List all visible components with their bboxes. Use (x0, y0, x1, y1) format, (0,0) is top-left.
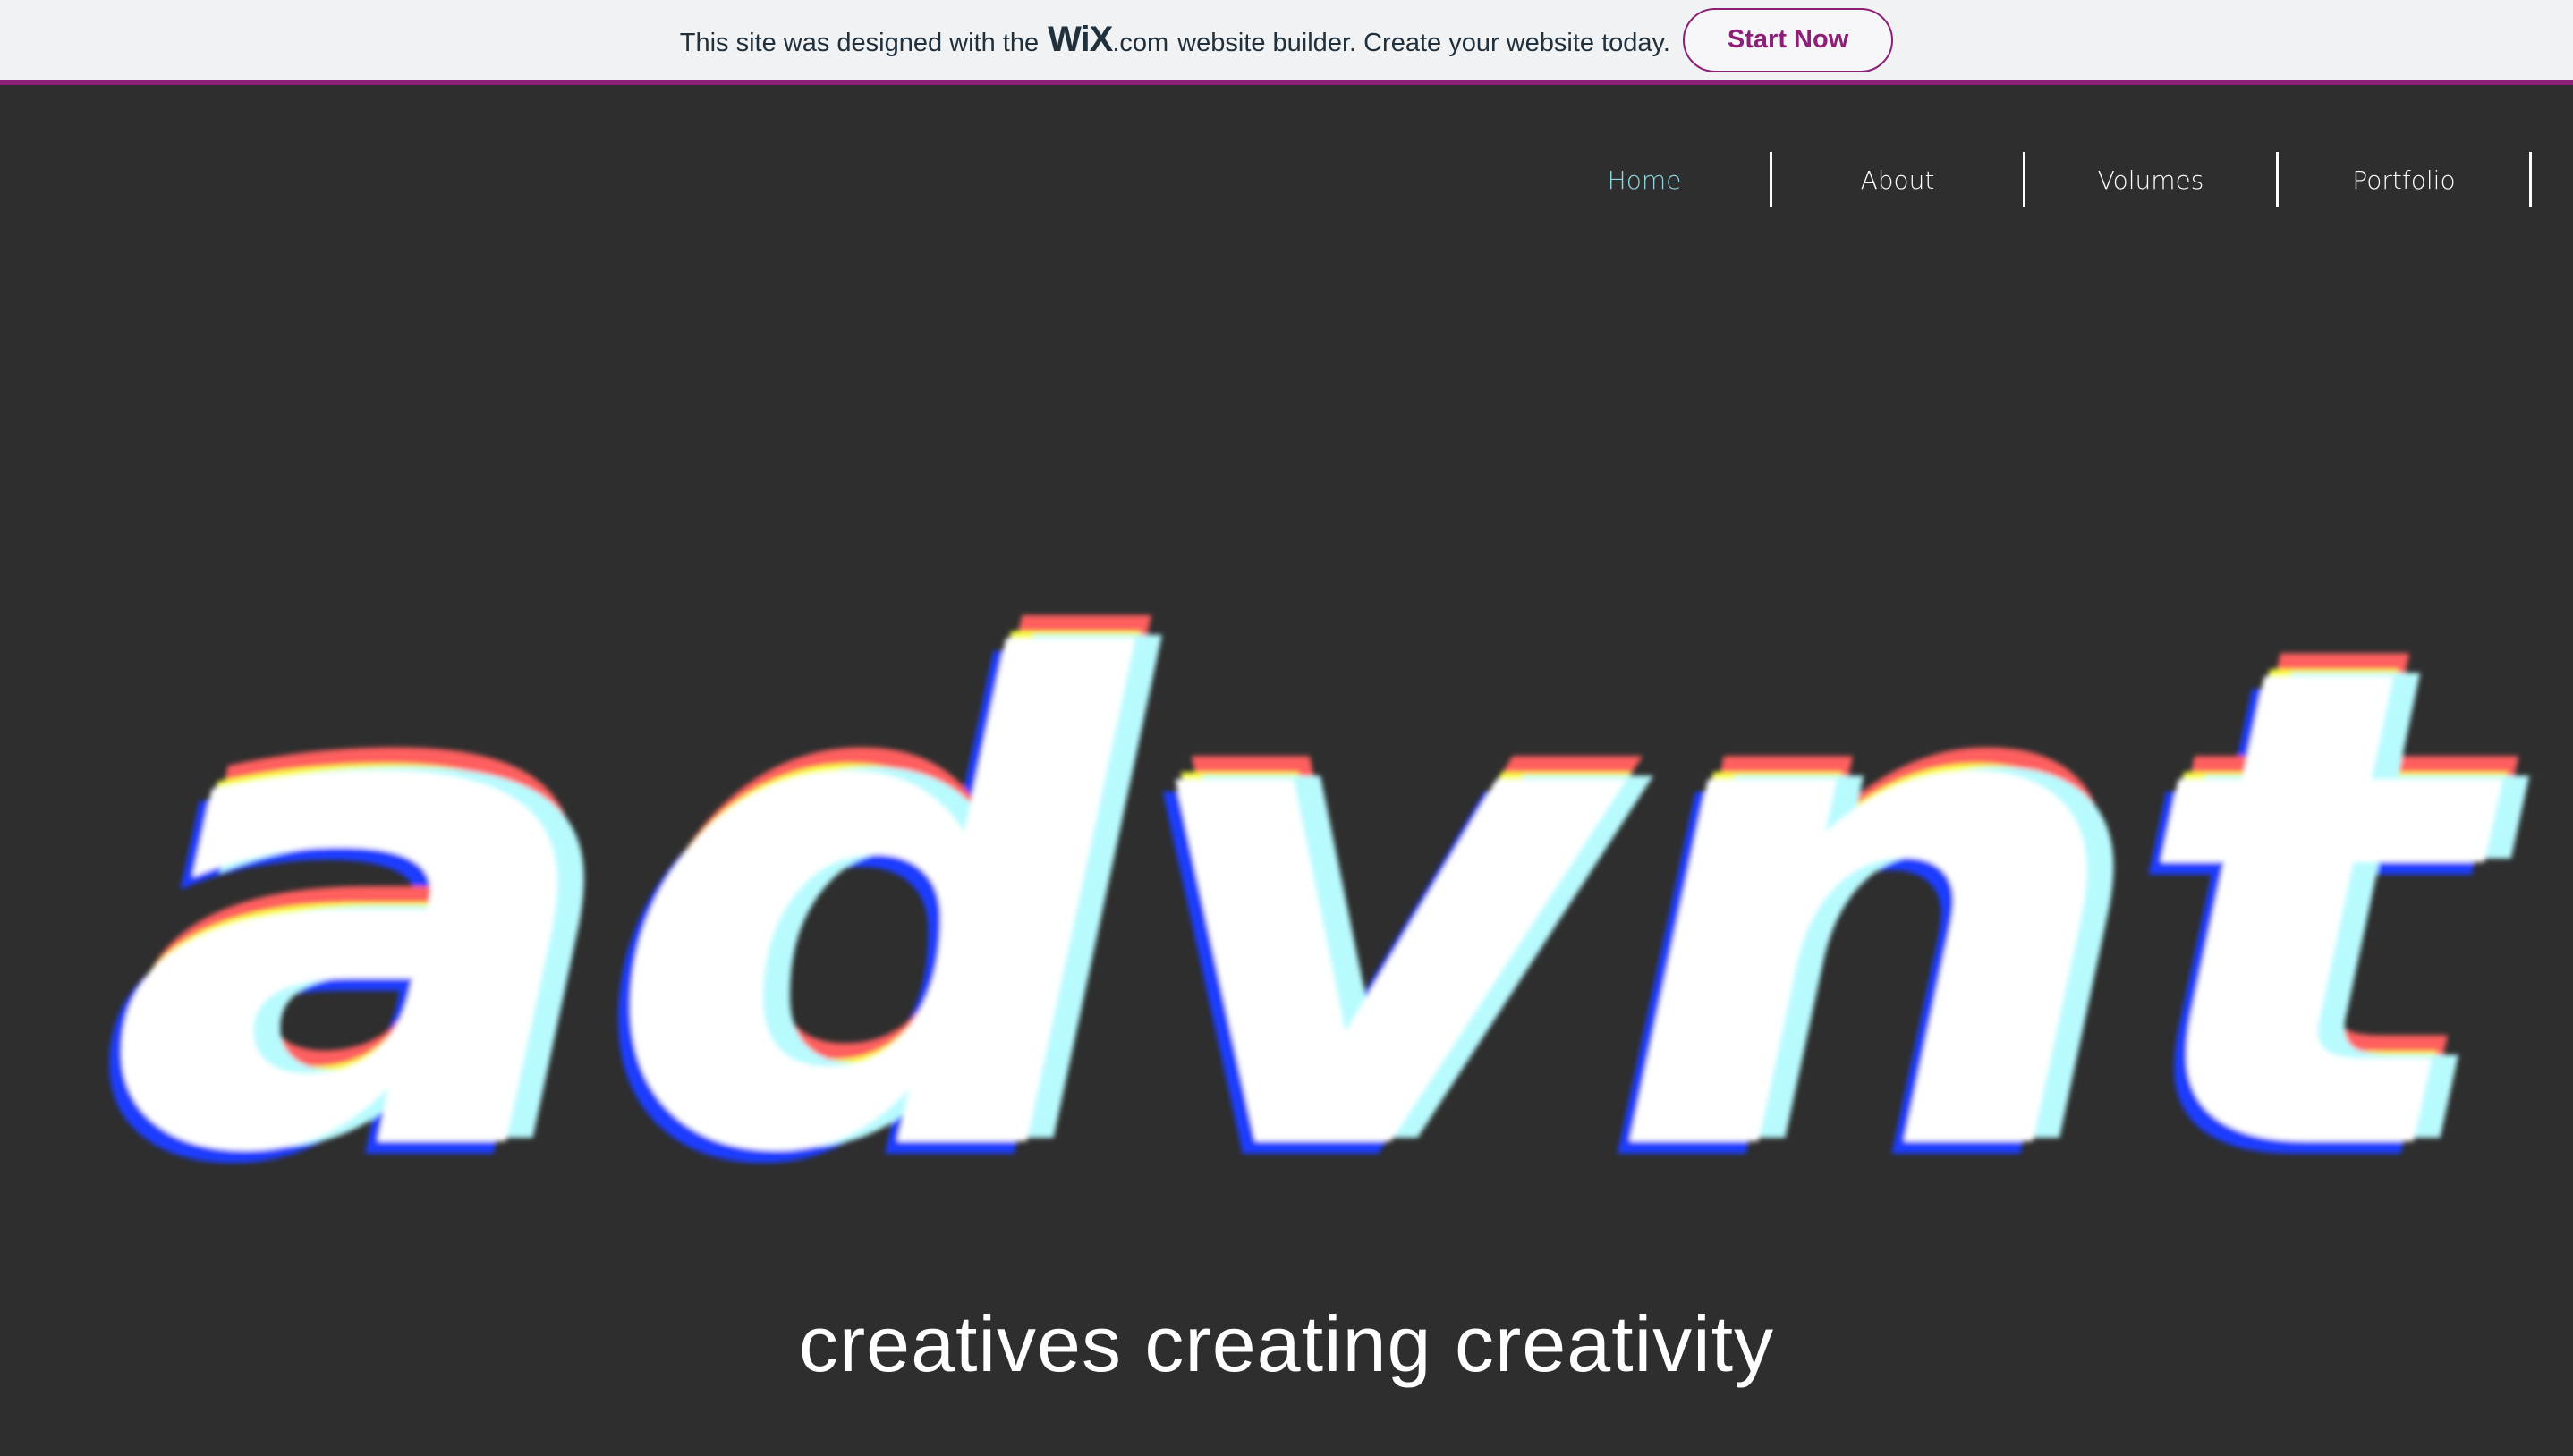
main-nav: Home About Volumes Portfolio (1519, 152, 2532, 207)
banner-message: This site was designed with the WiX .com… (680, 20, 1670, 60)
banner-text-after: website builder. Create your website tod… (1177, 29, 1670, 57)
nav-item-portfolio[interactable]: Portfolio (2279, 152, 2532, 207)
start-now-button[interactable]: Start Now (1682, 7, 1894, 72)
nav-item-home[interactable]: Home (1519, 152, 1772, 207)
nav-item-about[interactable]: About (1772, 152, 2025, 207)
wix-logo[interactable]: WiX .com (1048, 20, 1176, 60)
wix-logo-domain: .com (1112, 29, 1169, 57)
banner-text-before: This site was designed with the (679, 29, 1040, 57)
logo-layer-white: advnt (109, 527, 2508, 1298)
wix-ad-banner: This site was designed with the WiX .com… (0, 0, 2573, 85)
wix-logo-mark: WiX (1048, 20, 1113, 59)
tagline: creatives creating creativity (798, 1299, 1775, 1388)
advnt-logo: advnt advnt advnt advnt advnt (89, 501, 2535, 1310)
nav-item-volumes[interactable]: Volumes (2025, 152, 2279, 207)
